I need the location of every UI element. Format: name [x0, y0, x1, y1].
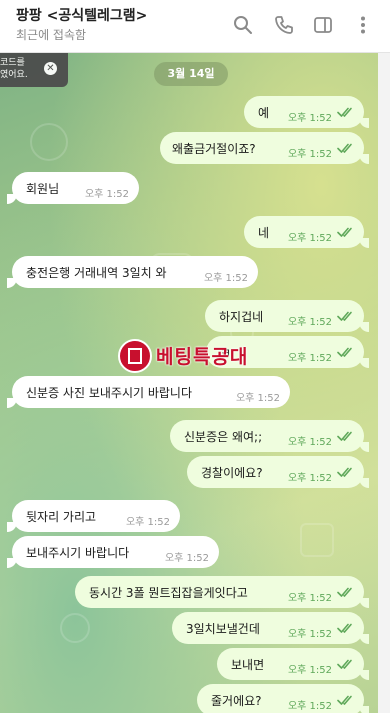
read-check-icon	[337, 623, 352, 633]
read-check-icon	[337, 467, 352, 477]
background-doodle	[300, 523, 334, 557]
bubble-tail	[359, 478, 369, 488]
message-time: 오후 1:52	[287, 233, 332, 244]
message-text: 보내주시기 바랍니다	[26, 546, 130, 560]
bubble-tail	[7, 398, 17, 408]
read-check-icon	[337, 227, 352, 237]
chat-title[interactable]: 팡팡 <공식텔레그램>	[16, 5, 147, 25]
outgoing-message[interactable]: 신분증은 왜여;; 오후 1:52	[170, 420, 369, 452]
chat-area[interactable]: 코드를 였어요. ✕ 3월 14일 예오후 1:52 왜출금거절이죠? 오후 1:5…	[0, 53, 378, 713]
message-time: 오후 1:52	[125, 517, 170, 528]
outgoing-message[interactable]: 동시간 3폴 뭔트집잡을게잇다고오후 1:52	[75, 576, 369, 608]
message-time: 오후 1:52	[287, 317, 332, 328]
logo-icon	[118, 339, 152, 373]
bubble-tail	[7, 558, 17, 568]
outgoing-message[interactable]: 3일치보낼건데오후 1:52	[172, 612, 369, 644]
outgoing-message[interactable]: 왜출금거절이죠? 오후 1:52	[160, 132, 369, 164]
message-time: 오후 1:52	[84, 189, 129, 200]
close-icon[interactable]: ✕	[44, 62, 57, 75]
watermark: 베팅특공대	[118, 339, 278, 373]
read-check-icon	[337, 143, 352, 153]
outgoing-message[interactable]: 하지겁네오후 1:52	[205, 300, 369, 332]
phone-icon[interactable]	[273, 14, 295, 36]
date-separator: 3월 14일	[154, 62, 228, 86]
notification-toast: 코드를 였어요. ✕	[0, 53, 68, 87]
message-text: 뒷자리 가리고	[26, 510, 97, 524]
outgoing-message[interactable]: 줄거에요? 오후 1:52	[197, 684, 369, 713]
message-time: 오후 1:52	[164, 553, 209, 564]
message-text: 신분증은 왜여;;	[184, 430, 263, 444]
message-text: 하지겁네	[219, 310, 264, 324]
message-text: 충전은행 거래내역 3일치 와	[26, 266, 167, 280]
bubble-tail	[359, 442, 369, 452]
bubble-tail	[359, 154, 369, 164]
bubble-tail	[359, 670, 369, 680]
read-check-icon	[337, 107, 352, 117]
bubble-tail	[7, 522, 17, 532]
read-check-icon	[337, 311, 352, 321]
outgoing-message[interactable]: 보내면오후 1:52	[217, 648, 369, 680]
message-text: 왜출금거절이죠?	[172, 142, 256, 156]
read-check-icon	[337, 431, 352, 441]
read-check-icon	[337, 347, 352, 357]
message-text: 회원님	[26, 182, 60, 196]
outgoing-message[interactable]: 예오후 1:52	[244, 96, 369, 128]
message-text: 신분증 사진 보내주시기 바랍니다	[26, 386, 193, 400]
bubble-tail	[359, 706, 369, 713]
incoming-message[interactable]: 보내주시기 바랍니다오후 1:52	[7, 536, 219, 568]
background-doodle	[60, 613, 90, 643]
message-text: 네	[258, 226, 270, 240]
message-time: 오후 1:52	[287, 701, 332, 712]
scrollbar[interactable]	[378, 53, 390, 713]
message-text: 줄거에요?	[211, 694, 262, 708]
watermark-text: 베팅특공대	[156, 346, 249, 368]
bubble-tail	[359, 598, 369, 608]
message-time: 오후 1:52	[287, 353, 332, 364]
message-text: 예	[258, 106, 270, 120]
message-time: 오후 1:52	[287, 665, 332, 676]
background-doodle	[30, 123, 68, 161]
bubble-tail	[359, 118, 369, 128]
bubble-tail	[359, 358, 369, 368]
message-text: 경찰이에요?	[201, 466, 263, 480]
message-text: 보내면	[231, 658, 265, 672]
message-time: 오후 1:52	[287, 113, 332, 124]
read-check-icon	[337, 587, 352, 597]
last-seen-status: 최근에 접속함	[16, 28, 87, 42]
message-time: 오후 1:52	[203, 273, 248, 284]
bubble-tail	[359, 322, 369, 332]
outgoing-message[interactable]: 네오후 1:52	[244, 216, 369, 248]
message-time: 오후 1:52	[287, 593, 332, 604]
bubble-tail	[359, 634, 369, 644]
message-time: 오후 1:52	[287, 437, 332, 448]
bubble-tail	[359, 238, 369, 248]
sidebar-icon[interactable]	[312, 14, 334, 36]
message-time: 오후 1:52	[287, 149, 332, 160]
message-time: 오후 1:52	[287, 473, 332, 484]
read-check-icon	[337, 659, 352, 669]
toast-text: 코드를 였어요.	[0, 58, 28, 80]
message-text: 3일치보낼건데	[186, 622, 260, 636]
chat-header: 팡팡 <공식텔레그램> 최근에 접속함	[0, 0, 390, 53]
incoming-message[interactable]: 충전은행 거래내역 3일치 와오후 1:52	[7, 256, 258, 288]
search-icon[interactable]	[232, 14, 254, 36]
incoming-message[interactable]: 신분증 사진 보내주시기 바랍니다오후 1:52	[7, 376, 290, 408]
incoming-message[interactable]: 회원님오후 1:52	[7, 172, 139, 204]
outgoing-message[interactable]: 경찰이에요? 오후 1:52	[187, 456, 369, 488]
bubble-tail	[7, 278, 17, 288]
incoming-message[interactable]: 뒷자리 가리고오후 1:52	[7, 500, 180, 532]
message-time: 오후 1:52	[235, 393, 280, 404]
read-check-icon	[337, 695, 352, 705]
message-text: 동시간 3폴 뭔트집잡을게잇다고	[89, 586, 248, 600]
more-icon[interactable]	[352, 14, 374, 36]
bubble-tail	[7, 194, 17, 204]
message-time: 오후 1:52	[287, 629, 332, 640]
